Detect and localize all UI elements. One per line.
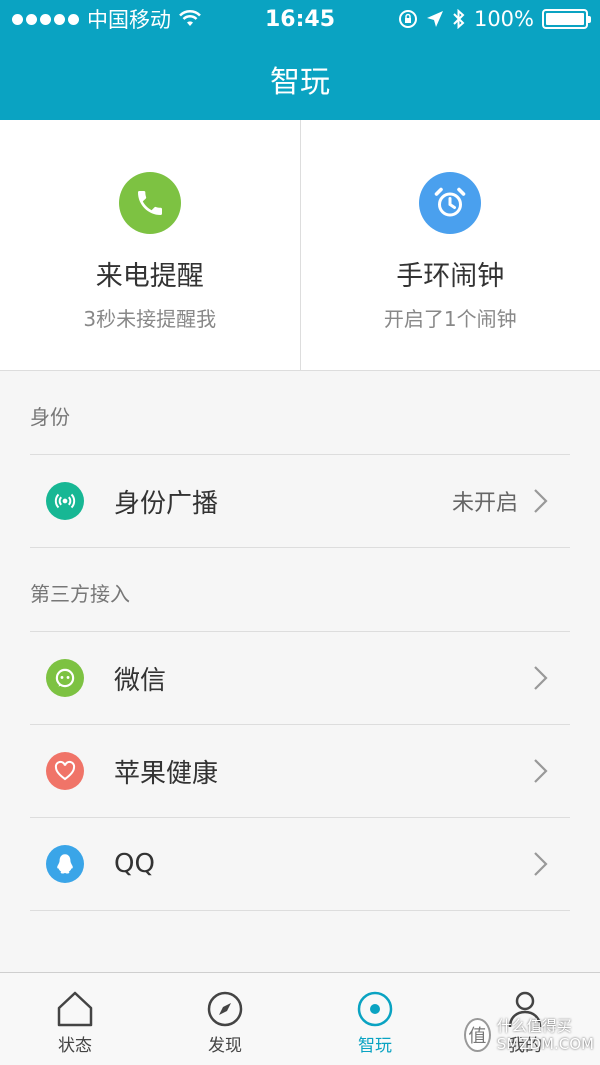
- bluetooth-icon: [453, 9, 465, 29]
- watermark-text: 什么值得买 SMZDM.COM: [497, 1017, 594, 1053]
- compass-icon: [207, 991, 243, 1027]
- tile-subtitle: 开启了1个闹钟: [383, 307, 517, 331]
- band-alarm-tile[interactable]: 手环闹钟 开启了1个闹钟: [299, 120, 600, 370]
- tile-subtitle: 3秒未接提醒我: [83, 307, 217, 331]
- section-header-identity: 身份: [30, 371, 570, 455]
- heart-icon: [46, 752, 84, 790]
- item-label: 微信: [114, 665, 167, 696]
- target-icon: [357, 991, 393, 1027]
- item-status-value: 未开启: [451, 491, 518, 516]
- battery-level: [546, 13, 584, 25]
- item-label: 苹果健康: [114, 758, 219, 789]
- watermark-line1: 什么值得买: [496, 1017, 572, 1035]
- alarm-clock-icon: [419, 172, 482, 234]
- wifi-icon: [179, 10, 201, 26]
- battery-icon: [542, 9, 591, 29]
- chevron-right-icon: [534, 489, 548, 513]
- nav-bar: 智玩: [0, 38, 600, 120]
- tile-title: 来电提醒: [95, 261, 204, 292]
- status-bar: 中国移动 16:45 100%: [0, 0, 600, 38]
- wechat-icon: [46, 659, 84, 697]
- tab-status[interactable]: 状态: [0, 973, 150, 1065]
- status-left: 中国移动: [12, 4, 201, 34]
- watermark-badge: 值: [464, 1018, 491, 1052]
- chevron-right-icon: [534, 666, 548, 690]
- tab-discover[interactable]: 发现: [150, 973, 300, 1065]
- chevron-right-icon: [534, 852, 548, 876]
- list-item-apple-health[interactable]: 苹果健康: [30, 725, 570, 818]
- tab-smart-play[interactable]: 智玩: [300, 973, 450, 1065]
- rotation-lock-icon: [398, 10, 417, 28]
- list-item-wechat[interactable]: 微信: [30, 632, 570, 725]
- section-header-third-party: 第三方接入: [30, 548, 570, 632]
- tab-label: 智玩: [358, 1036, 392, 1056]
- chevron-right-icon: [534, 759, 548, 783]
- page-title: 智玩: [270, 65, 330, 100]
- list-item-identity-broadcast[interactable]: 身份广播 未开启: [30, 455, 570, 548]
- signal-strength-icon: [12, 13, 79, 25]
- carrier-name: 中国移动: [87, 8, 171, 32]
- location-icon: [426, 11, 443, 27]
- item-label: 身份广播: [114, 488, 219, 519]
- home-icon: [57, 991, 93, 1027]
- quick-actions: 来电提醒 3秒未接提醒我 手环闹钟 开启了1个闹钟: [0, 120, 600, 371]
- watermark-line2: SMZDM.COM: [496, 1035, 594, 1053]
- battery-percent: 100%: [473, 7, 534, 31]
- watermark: 值 什么值得买 SMZDM.COM: [464, 1011, 594, 1059]
- tab-label: 发现: [208, 1036, 242, 1056]
- status-right: 100%: [398, 7, 591, 31]
- broadcast-icon: [46, 482, 84, 520]
- tab-label: 状态: [58, 1036, 92, 1056]
- settings-list: 身份 身份广播 未开启 第三方接入 微信 苹果健康 QQ: [0, 371, 600, 911]
- tile-title: 手环闹钟: [396, 261, 505, 292]
- incoming-call-reminder-tile[interactable]: 来电提醒 3秒未接提醒我: [0, 120, 300, 370]
- qq-icon: [46, 845, 84, 883]
- list-item-qq[interactable]: QQ: [30, 818, 570, 911]
- item-label: QQ: [114, 849, 155, 879]
- phone-icon: [118, 172, 181, 234]
